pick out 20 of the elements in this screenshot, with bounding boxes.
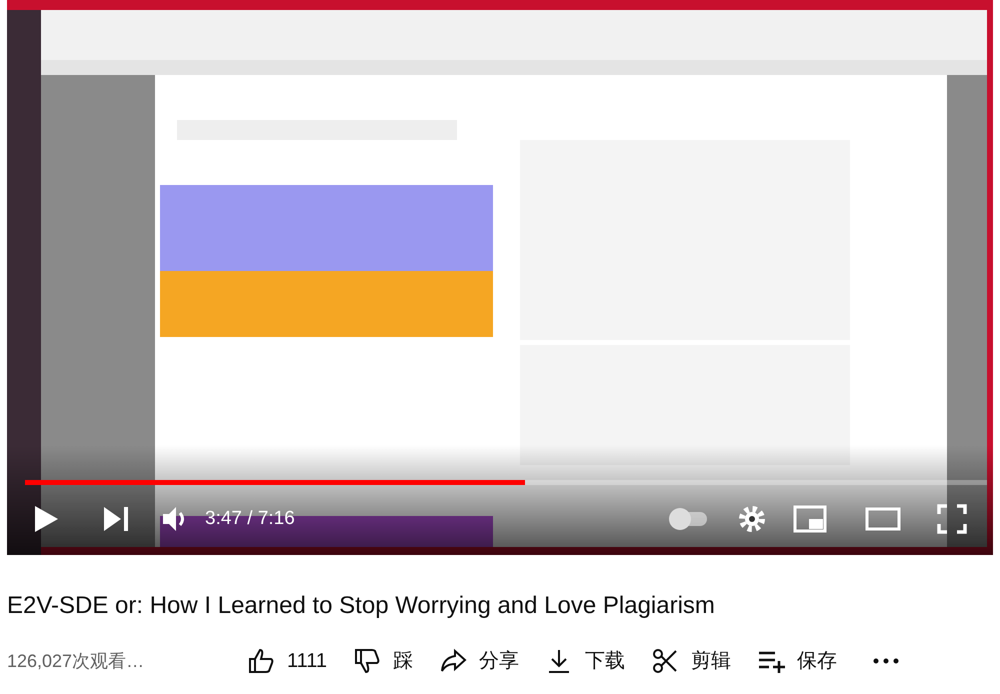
more-icon [873,658,900,664]
scissors-icon [651,647,680,675]
download-button[interactable]: 下载 [545,643,626,679]
settings-icon[interactable] [737,504,767,534]
view-count: 126,027次观看… [7,650,146,672]
save-button[interactable]: 保存 [757,643,838,679]
dislike-button[interactable]: 踩 [353,643,414,679]
next-icon[interactable] [103,506,129,532]
thumbs-up-icon [247,647,275,675]
thumbs-down-icon [353,647,382,675]
theater-mode-icon[interactable] [865,507,901,531]
fullscreen-icon[interactable] [937,504,967,534]
play-icon[interactable] [33,505,59,533]
progress-bar[interactable] [25,480,987,485]
clip-button[interactable]: 剪辑 [651,643,732,679]
share-button[interactable]: 分享 [439,643,520,679]
video-title: E2V-SDE or: How I Learned to Stop Worrying and Love Plagiarism [7,591,716,621]
miniplayer-icon[interactable] [793,505,827,533]
like-button[interactable]: 1111 [247,643,328,679]
video-time: 3:47 / 7:16 [205,506,295,531]
